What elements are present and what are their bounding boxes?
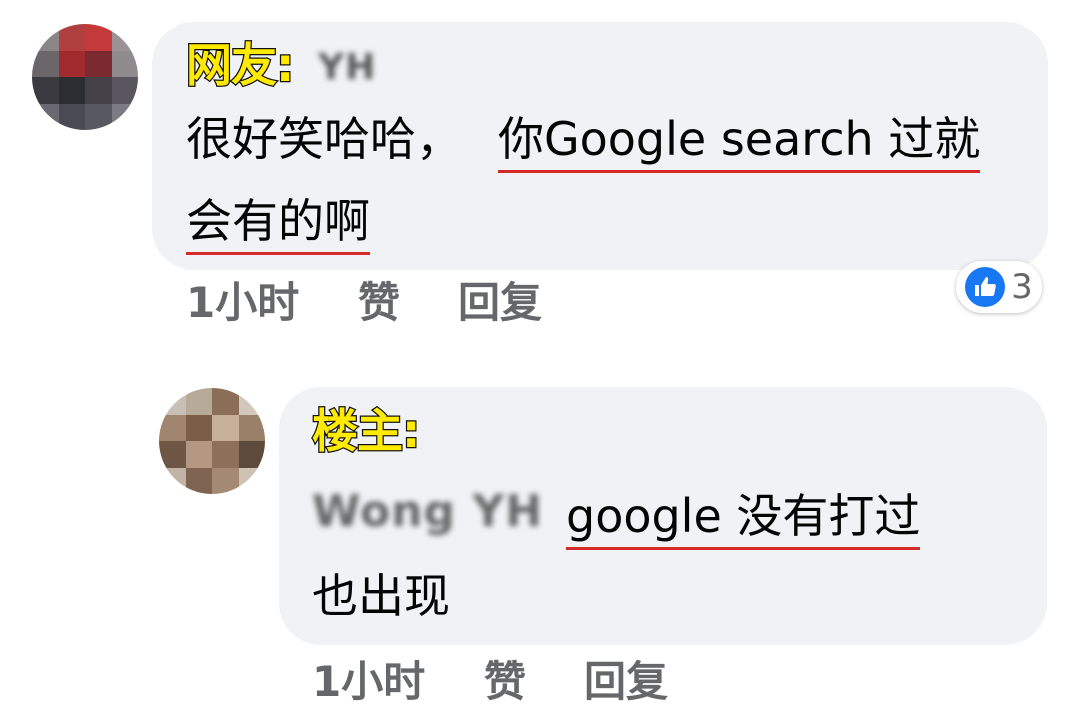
mentioned-name-blurred[interactable]: Wong YH bbox=[312, 490, 543, 534]
reaction-count: 3 bbox=[1011, 267, 1033, 307]
comment-text-underlined: 会有的啊 bbox=[186, 198, 370, 255]
commenter-tag: 楼主: bbox=[311, 404, 422, 458]
like-icon bbox=[965, 267, 1006, 307]
reply-button[interactable]: 回复 bbox=[584, 661, 668, 703]
commenter-tag: 网友: bbox=[185, 38, 296, 92]
comment-timestamp[interactable]: 1小时 bbox=[312, 661, 425, 703]
avatar[interactable] bbox=[32, 24, 138, 130]
like-button[interactable]: 赞 bbox=[358, 282, 400, 324]
comment-text: 很好笑哈哈， bbox=[186, 112, 462, 166]
comment-timestamp[interactable]: 1小时 bbox=[186, 282, 299, 324]
avatar[interactable] bbox=[159, 388, 265, 494]
comment-text-underlined: 你Google search 过就 bbox=[498, 116, 981, 173]
like-button[interactable]: 赞 bbox=[484, 661, 526, 703]
comment-text-underlined: google 没有打过 bbox=[566, 493, 921, 550]
reaction-count-badge[interactable]: 3 bbox=[956, 261, 1042, 313]
reply-button[interactable]: 回复 bbox=[458, 282, 542, 324]
comment-text: 也出现 bbox=[312, 569, 450, 623]
commenter-name-blurred[interactable]: YH bbox=[318, 50, 376, 86]
